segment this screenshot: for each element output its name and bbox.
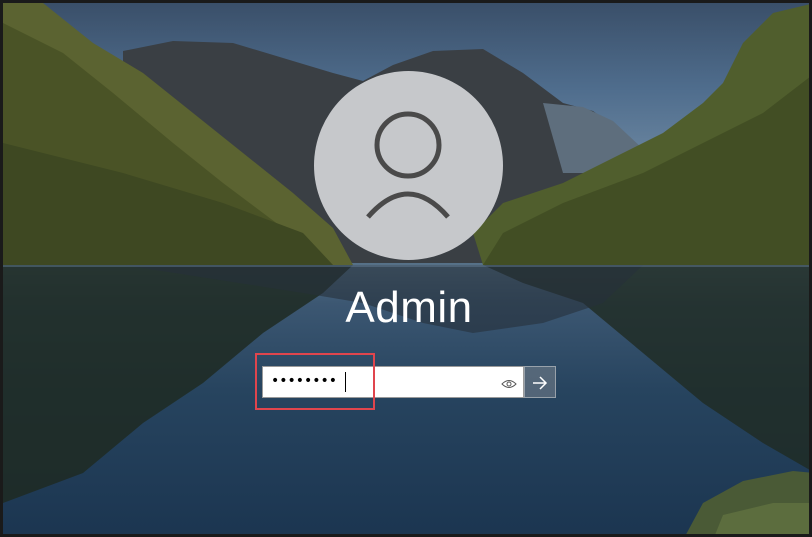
highlight-box: [255, 353, 375, 410]
user-avatar-icon: [366, 111, 450, 219]
arrow-right-icon: [533, 376, 548, 390]
user-avatar: [314, 71, 503, 260]
eye-icon[interactable]: [501, 376, 517, 390]
submit-button[interactable]: [524, 366, 556, 398]
lock-screen: Admin ••••••••: [0, 0, 812, 537]
username-label: Admin: [345, 283, 473, 332]
